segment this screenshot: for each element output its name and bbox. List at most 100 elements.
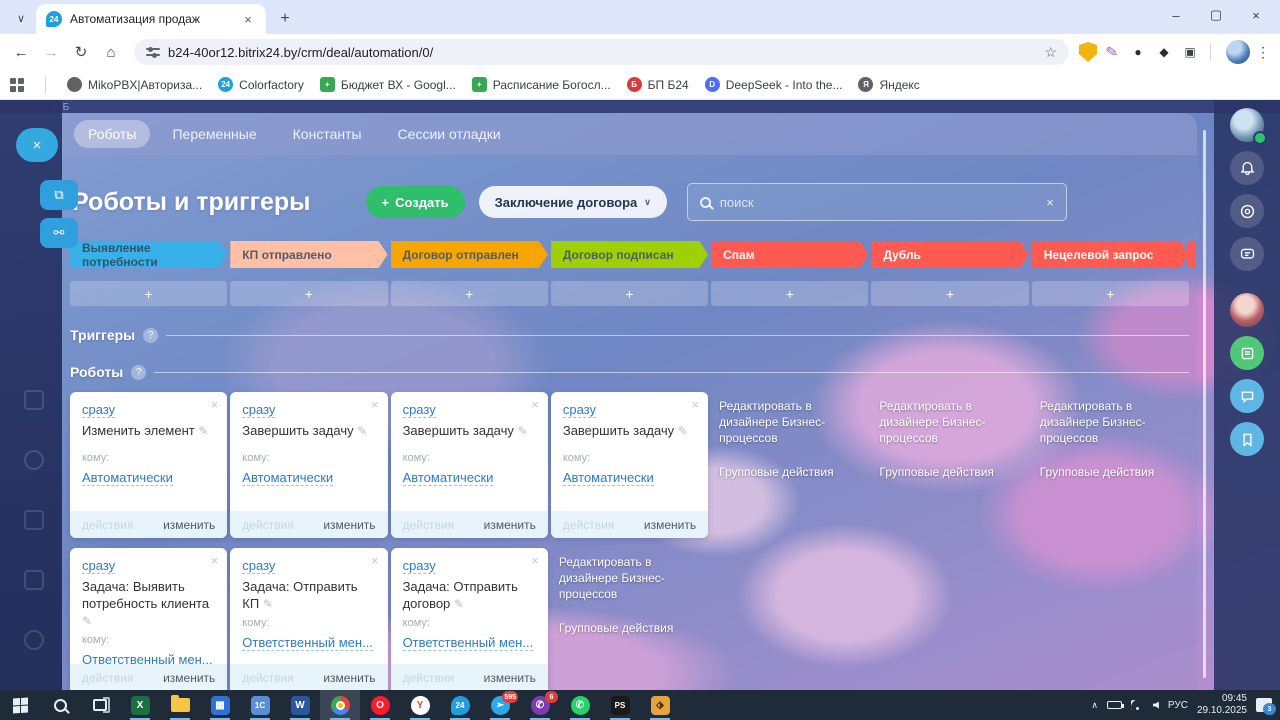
add-robot-button[interactable]: + [550, 281, 709, 306]
add-robot-button[interactable]: + [390, 281, 548, 306]
edit-link[interactable]: изменить [323, 671, 375, 685]
taskbar-explorer[interactable] [160, 690, 200, 720]
robot-when-link[interactable]: сразу [242, 558, 276, 574]
actions-link[interactable]: действия [242, 518, 293, 532]
stage-need-identification[interactable]: Выявление потребности [70, 241, 227, 268]
tab-robots[interactable]: Роботы [74, 120, 151, 148]
help-icon[interactable]: ? [131, 364, 147, 380]
taskbar-calculator[interactable]: ▦ [200, 690, 240, 720]
edit-in-designer-link[interactable]: Редактировать в дизайнере Бизнес-процесс… [879, 398, 1024, 446]
stage-duplicate[interactable]: Дубль [871, 241, 1028, 268]
profile-avatar[interactable] [1226, 40, 1250, 64]
adguard-extension-icon[interactable] [1079, 42, 1097, 62]
maximize-button[interactable]: ▢ [1196, 0, 1236, 30]
assignee-link[interactable]: Ответственный мен... [402, 635, 534, 651]
tray-expand-icon[interactable]: ∧ [1091, 700, 1098, 711]
edit-link[interactable]: изменить [484, 671, 536, 685]
edit-link[interactable]: изменить [484, 518, 536, 532]
edit-pencil-icon[interactable]: ✎ [518, 424, 528, 438]
group-actions-link[interactable]: Групповые действия [719, 464, 864, 480]
new-tab-button[interactable]: + [272, 6, 298, 32]
address-bar[interactable]: b24-40or12.bitrix24.by/crm/deal/automati… [134, 39, 1069, 65]
robot-when-link[interactable]: сразу [402, 558, 436, 574]
clock[interactable]: 09:45 29.10.2025 [1197, 693, 1247, 717]
robot-card[interactable]: сразу × Завершить задачу ✎ кому: Автомат… [230, 392, 388, 538]
taskbar-viber[interactable]: ✆ 6 [520, 690, 560, 720]
close-window-button[interactable]: × [1236, 0, 1276, 30]
back-button[interactable]: ← [8, 39, 34, 65]
bookmark-colorfactory[interactable]: 24 Colorfactory [218, 77, 304, 92]
bookmark-icon[interactable] [1230, 422, 1264, 456]
add-robot-button[interactable]: + [1031, 281, 1189, 306]
user-avatar[interactable] [1230, 108, 1267, 145]
notification-center-icon[interactable]: 3 [1256, 698, 1276, 715]
robot-when-link[interactable]: сразу [82, 558, 116, 574]
apps-grid-icon[interactable] [10, 77, 24, 92]
taskbar-search-button[interactable] [40, 690, 80, 720]
edit-in-designer-link[interactable]: Редактировать в дизайнере Бизнес-процесс… [1040, 398, 1185, 446]
assignee-link[interactable]: Автоматически [402, 470, 494, 486]
vertical-scrollbar[interactable] [1203, 130, 1206, 678]
taskbar-chrome[interactable] [320, 690, 360, 720]
taskbar-whatsapp[interactable]: ✆ [560, 690, 600, 720]
edit-link[interactable]: изменить [163, 518, 215, 532]
tab-debug-sessions[interactable]: Сессии отладки [384, 120, 515, 148]
bookmark-deepseek[interactable]: D DeepSeek - Into the... [704, 77, 842, 92]
notifications-bell-icon[interactable] [1230, 151, 1264, 185]
marketing-icon[interactable] [24, 450, 44, 470]
taskbar-excel[interactable]: X [120, 690, 160, 720]
robot-when-link[interactable]: сразу [82, 402, 116, 418]
bug-extension-icon[interactable]: ● [1127, 41, 1149, 63]
wifi-icon[interactable] [1130, 700, 1144, 710]
extensions-icon[interactable]: ▣ [1179, 41, 1201, 63]
add-robot-button[interactable]: + [711, 281, 869, 306]
delete-robot-icon[interactable]: × [371, 554, 379, 567]
edit-pencil-icon[interactable]: ✎ [198, 424, 208, 438]
battery-icon[interactable] [1106, 701, 1124, 709]
taskbar-bitrix24[interactable]: 24 [440, 690, 480, 720]
reload-button[interactable]: ↻ [68, 39, 94, 65]
taskbar-phpstorm[interactable]: PS [600, 690, 640, 720]
start-button[interactable] [0, 690, 40, 720]
url-text[interactable]: b24-40or12.bitrix24.by/crm/deal/automati… [168, 45, 433, 60]
shop-icon[interactable] [24, 510, 44, 530]
search-clear-icon[interactable]: × [1046, 195, 1054, 210]
chat-contact-avatar[interactable] [1230, 293, 1264, 327]
robot-card[interactable]: сразу × Завершить задачу ✎ кому: Автомат… [390, 392, 548, 538]
taskbar-editor[interactable]: ⬗ [640, 690, 680, 720]
open-in-new-window-button[interactable]: ⧉ [40, 180, 78, 210]
assignee-link[interactable]: Автоматически [82, 470, 173, 486]
actions-link[interactable]: действия [403, 671, 454, 685]
actions-link[interactable]: действия [403, 518, 454, 532]
edit-link[interactable]: изменить [323, 518, 375, 532]
copilot-icon[interactable] [1230, 194, 1264, 228]
funnel-selector[interactable]: Заключение договора ∨ [478, 186, 667, 218]
tasks-icon[interactable] [24, 570, 44, 590]
robot-card[interactable]: сразу × Изменить элемент ✎ кому: Автомат… [70, 392, 228, 538]
assignee-link[interactable]: Автоматически [242, 470, 334, 486]
taskbar-word[interactable]: W [280, 690, 320, 720]
edit-pencil-icon[interactable]: ✎ [678, 424, 688, 438]
home-button[interactable]: ⌂ [98, 39, 124, 65]
search-input[interactable] [719, 194, 1038, 210]
browser-tab[interactable]: 24 Автоматизация продаж × [36, 4, 266, 34]
robot-card[interactable]: сразу × Завершить задачу ✎ кому: Автомат… [550, 392, 709, 538]
tab-constants[interactable]: Константы [279, 120, 376, 148]
task-view-button[interactable] [80, 690, 120, 720]
assignee-link[interactable]: Автоматически [562, 470, 654, 486]
bookmark-mikopbx[interactable]: MikoPBX|Авториза... [67, 77, 202, 92]
actions-link[interactable]: действия [82, 518, 133, 532]
tab-variables[interactable]: Переменные [158, 120, 270, 148]
robot-when-link[interactable]: сразу [242, 402, 276, 418]
group-actions-link[interactable]: Групповые действия [559, 620, 704, 636]
edit-pencil-icon[interactable]: ✎ [454, 597, 464, 611]
copy-link-button[interactable]: ⚯ [40, 218, 78, 248]
bookmark-raspisanie[interactable]: + Расписание Богосл... [471, 77, 611, 92]
bookmark-star-icon[interactable]: ☆ [1044, 44, 1057, 61]
stage-contract-sent[interactable]: Договор отправлен [391, 241, 548, 268]
edit-pencil-icon[interactable]: ✎ [357, 424, 367, 438]
language-indicator[interactable]: РУС [1168, 700, 1188, 711]
help-icon[interactable]: ? [143, 327, 159, 343]
actions-link[interactable]: действия [82, 671, 133, 685]
edit-pencil-icon[interactable]: ✎ [263, 597, 273, 611]
